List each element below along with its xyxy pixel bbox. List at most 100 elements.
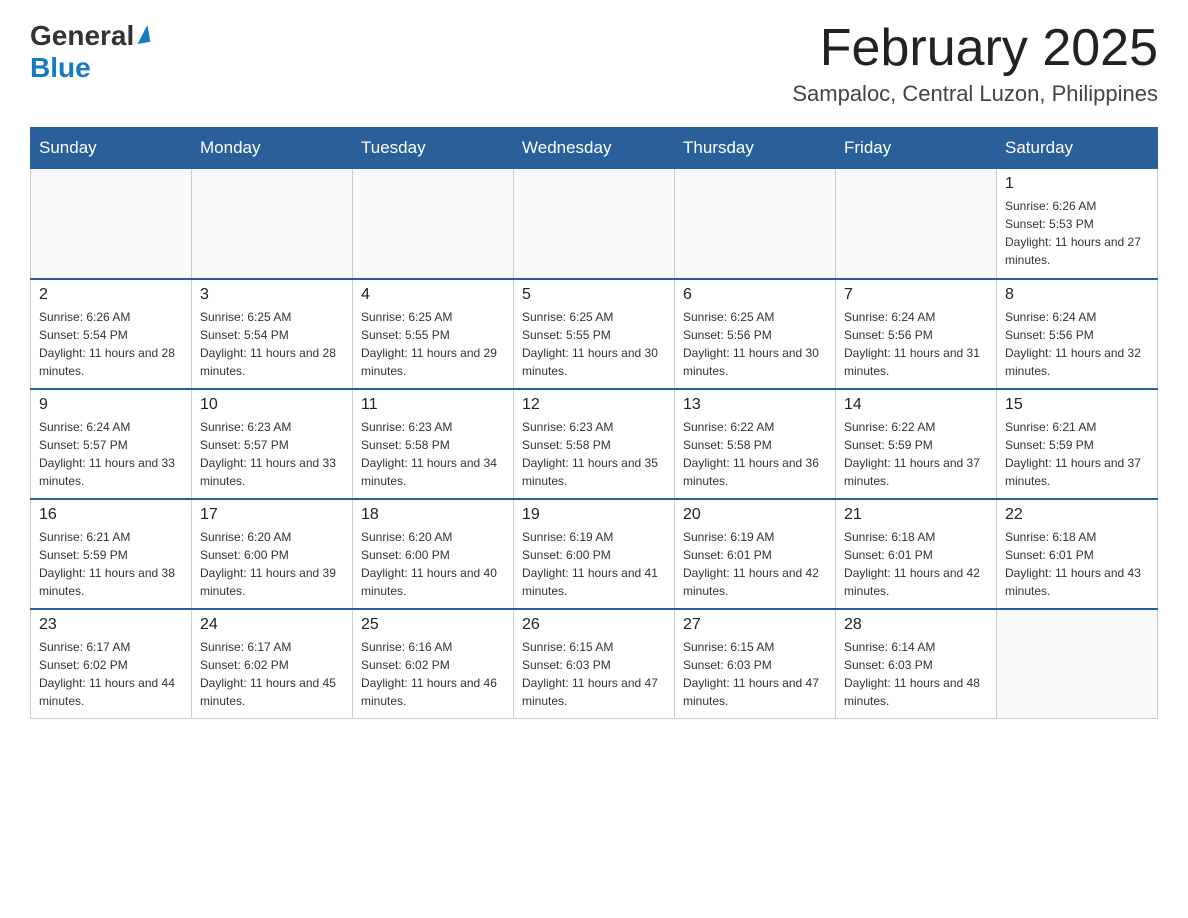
day-number: 24 [200,616,344,634]
day-number: 9 [39,396,183,414]
day-info: Sunrise: 6:15 AM Sunset: 6:03 PM Dayligh… [683,638,827,710]
day-number: 27 [683,616,827,634]
calendar-cell: 6 Sunrise: 6:25 AM Sunset: 5:56 PM Daylig… [675,279,836,389]
column-header-saturday: Saturday [997,128,1158,169]
day-number: 10 [200,396,344,414]
calendar-cell: 4Sunrise: 6:25 AM Sunset: 5:55 PM Daylig… [353,279,514,389]
calendar-cell: 19 Sunrise: 6:19 AM Sunset: 6:00 PM Dayli… [514,499,675,609]
calendar-cell: 12 Sunrise: 6:23 AM Sunset: 5:58 PM Dayli… [514,389,675,499]
day-number: 18 [361,506,505,524]
calendar-cell [514,169,675,279]
day-info: Sunrise: 6:21 AM Sunset: 5:59 PM Dayligh… [39,528,183,600]
calendar-cell [675,169,836,279]
day-number: 6 [683,286,827,304]
day-number: 15 [1005,396,1149,414]
calendar-cell: 22 Sunrise: 6:18 AM Sunset: 6:01 PM Dayli… [997,499,1158,609]
day-info: Sunrise: 6:19 AM Sunset: 6:01 PM Dayligh… [683,528,827,600]
column-header-sunday: Sunday [31,128,192,169]
day-number: 14 [844,396,988,414]
page-header: General Blue February 2025 Sampaloc, Cen… [30,20,1158,107]
day-info: Sunrise: 6:23 AM Sunset: 5:58 PM Dayligh… [361,418,505,490]
calendar-cell: 8 Sunrise: 6:24 AM Sunset: 5:56 PM Daylig… [997,279,1158,389]
calendar-cell: 17 Sunrise: 6:20 AM Sunset: 6:00 PM Dayli… [192,499,353,609]
day-info: Sunrise: 6:22 AM Sunset: 5:58 PM Dayligh… [683,418,827,490]
calendar-week-row: 1 Sunrise: 6:26 AM Sunset: 5:53 PM Daylig… [31,169,1158,279]
calendar-cell [192,169,353,279]
day-number: 13 [683,396,827,414]
day-info: Sunrise: 6:23 AM Sunset: 5:57 PM Dayligh… [200,418,344,490]
day-info: Sunrise: 6:26 AM Sunset: 5:53 PM Dayligh… [1005,197,1149,269]
calendar-cell: 2Sunrise: 6:26 AM Sunset: 5:54 PM Daylig… [31,279,192,389]
day-info: Sunrise: 6:24 AM Sunset: 5:56 PM Dayligh… [1005,308,1149,380]
day-number: 17 [200,506,344,524]
day-info: Sunrise: 6:15 AM Sunset: 6:03 PM Dayligh… [522,638,666,710]
day-number: 20 [683,506,827,524]
day-number: 25 [361,616,505,634]
calendar-cell: 18Sunrise: 6:20 AM Sunset: 6:00 PM Dayli… [353,499,514,609]
day-number: 3 [200,286,344,304]
calendar-cell: 3Sunrise: 6:25 AM Sunset: 5:54 PM Daylig… [192,279,353,389]
calendar-cell: 14 Sunrise: 6:22 AM Sunset: 5:59 PM Dayli… [836,389,997,499]
day-number: 28 [844,616,988,634]
day-info: Sunrise: 6:16 AM Sunset: 6:02 PM Dayligh… [361,638,505,710]
day-number: 12 [522,396,666,414]
calendar-cell: 5 Sunrise: 6:25 AM Sunset: 5:55 PM Daylig… [514,279,675,389]
day-info: Sunrise: 6:23 AM Sunset: 5:58 PM Dayligh… [522,418,666,490]
month-title: February 2025 [792,20,1158,77]
day-info: Sunrise: 6:19 AM Sunset: 6:00 PM Dayligh… [522,528,666,600]
calendar-cell: 10 Sunrise: 6:23 AM Sunset: 5:57 PM Dayli… [192,389,353,499]
day-info: Sunrise: 6:17 AM Sunset: 6:02 PM Dayligh… [200,638,344,710]
day-number: 22 [1005,506,1149,524]
day-info: Sunrise: 6:20 AM Sunset: 6:00 PM Dayligh… [200,528,344,600]
calendar-cell [31,169,192,279]
location-subtitle: Sampaloc, Central Luzon, Philippines [792,81,1158,107]
column-header-friday: Friday [836,128,997,169]
calendar-cell: 15 Sunrise: 6:21 AM Sunset: 5:59 PM Dayli… [997,389,1158,499]
calendar-cell: 23 Sunrise: 6:17 AM Sunset: 6:02 PM Dayli… [31,609,192,719]
calendar-cell [836,169,997,279]
calendar-cell: 13 Sunrise: 6:22 AM Sunset: 5:58 PM Dayli… [675,389,836,499]
day-info: Sunrise: 6:18 AM Sunset: 6:01 PM Dayligh… [1005,528,1149,600]
day-number: 26 [522,616,666,634]
day-number: 4 [361,286,505,304]
column-header-wednesday: Wednesday [514,128,675,169]
calendar-cell: 25 Sunrise: 6:16 AM Sunset: 6:02 PM Dayli… [353,609,514,719]
day-number: 21 [844,506,988,524]
day-number: 23 [39,616,183,634]
column-header-monday: Monday [192,128,353,169]
calendar-cell: 24 Sunrise: 6:17 AM Sunset: 6:02 PM Dayli… [192,609,353,719]
column-header-tuesday: Tuesday [353,128,514,169]
calendar-cell: 16 Sunrise: 6:21 AM Sunset: 5:59 PM Dayli… [31,499,192,609]
calendar-cell [353,169,514,279]
day-number: 19 [522,506,666,524]
calendar-week-row: 16 Sunrise: 6:21 AM Sunset: 5:59 PM Dayli… [31,499,1158,609]
day-info: Sunrise: 6:22 AM Sunset: 5:59 PM Dayligh… [844,418,988,490]
calendar-week-row: 23 Sunrise: 6:17 AM Sunset: 6:02 PM Dayli… [31,609,1158,719]
calendar-table: SundayMondayTuesdayWednesdayThursdayFrid… [30,127,1158,719]
calendar-cell: 9Sunrise: 6:24 AM Sunset: 5:57 PM Daylig… [31,389,192,499]
day-info: Sunrise: 6:17 AM Sunset: 6:02 PM Dayligh… [39,638,183,710]
day-info: Sunrise: 6:25 AM Sunset: 5:55 PM Dayligh… [522,308,666,380]
calendar-cell: 27 Sunrise: 6:15 AM Sunset: 6:03 PM Dayli… [675,609,836,719]
calendar-cell: 20 Sunrise: 6:19 AM Sunset: 6:01 PM Dayli… [675,499,836,609]
day-info: Sunrise: 6:24 AM Sunset: 5:56 PM Dayligh… [844,308,988,380]
day-number: 16 [39,506,183,524]
logo-blue-text: Blue [30,52,91,83]
day-info: Sunrise: 6:21 AM Sunset: 5:59 PM Dayligh… [1005,418,1149,490]
logo-general-text: General [30,20,134,52]
calendar-cell: 21 Sunrise: 6:18 AM Sunset: 6:01 PM Dayli… [836,499,997,609]
calendar-week-row: 9Sunrise: 6:24 AM Sunset: 5:57 PM Daylig… [31,389,1158,499]
calendar-cell: 11Sunrise: 6:23 AM Sunset: 5:58 PM Dayli… [353,389,514,499]
calendar-header-row: SundayMondayTuesdayWednesdayThursdayFrid… [31,128,1158,169]
day-number: 8 [1005,286,1149,304]
calendar-cell: 1 Sunrise: 6:26 AM Sunset: 5:53 PM Daylig… [997,169,1158,279]
day-info: Sunrise: 6:18 AM Sunset: 6:01 PM Dayligh… [844,528,988,600]
day-number: 7 [844,286,988,304]
day-number: 1 [1005,175,1149,193]
day-number: 5 [522,286,666,304]
logo-arrow-shape [135,25,151,44]
calendar-cell: 28Sunrise: 6:14 AM Sunset: 6:03 PM Dayli… [836,609,997,719]
calendar-cell: 26 Sunrise: 6:15 AM Sunset: 6:03 PM Dayli… [514,609,675,719]
calendar-cell: 7 Sunrise: 6:24 AM Sunset: 5:56 PM Daylig… [836,279,997,389]
day-info: Sunrise: 6:25 AM Sunset: 5:56 PM Dayligh… [683,308,827,380]
